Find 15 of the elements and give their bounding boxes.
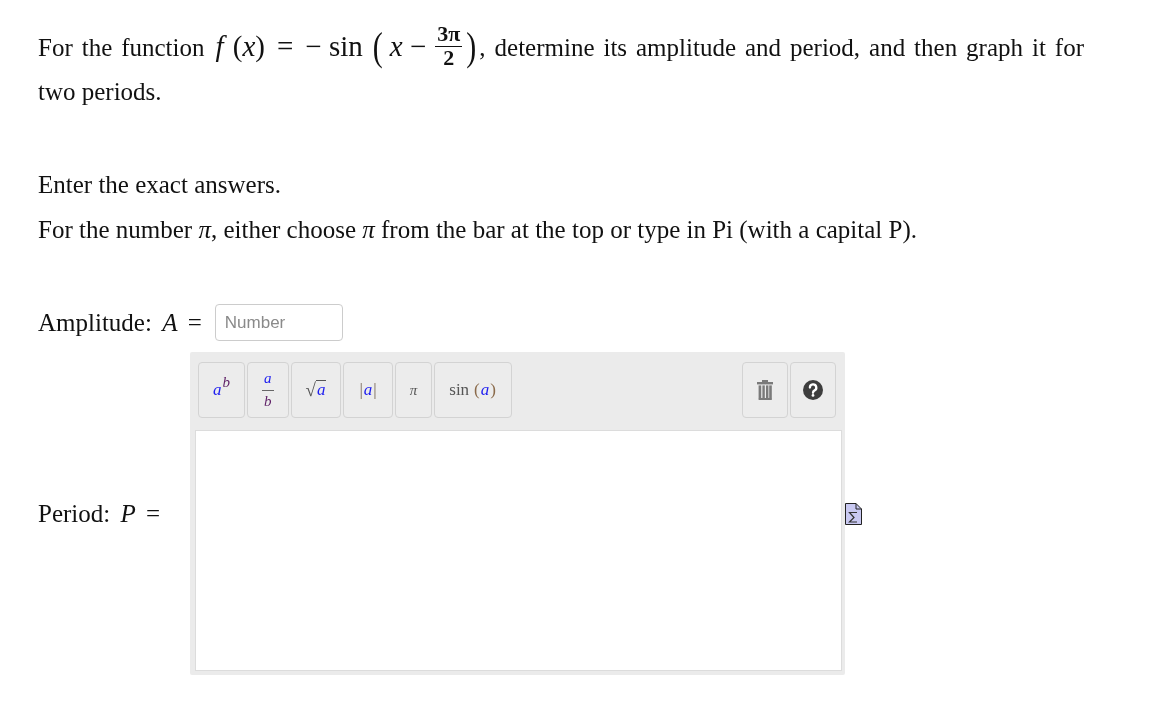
help-button[interactable] <box>790 362 836 418</box>
square-root-button[interactable]: √a <box>290 362 342 418</box>
instruction-text: Enter the exact answers. <box>38 170 282 200</box>
trash-button[interactable] <box>742 362 788 418</box>
trash-icon <box>756 380 774 400</box>
amplitude-input[interactable]: Number <box>214 304 343 341</box>
amplitude-label: Amplitude: A = <box>38 308 202 337</box>
fraction-button[interactable]: a b <box>247 362 289 418</box>
instruction-text: For the number π, either choose π from the bar at the top or type in Pi (with a capital P). <box>38 215 919 246</box>
absolute-value-button[interactable]: |a| <box>343 362 393 418</box>
sigma-document-icon[interactable] <box>845 502 862 525</box>
pi-button[interactable]: π <box>394 362 433 418</box>
help-icon <box>803 380 823 400</box>
period-label: Period: P = <box>38 499 162 528</box>
sine-button[interactable]: sin (a) <box>434 362 512 418</box>
